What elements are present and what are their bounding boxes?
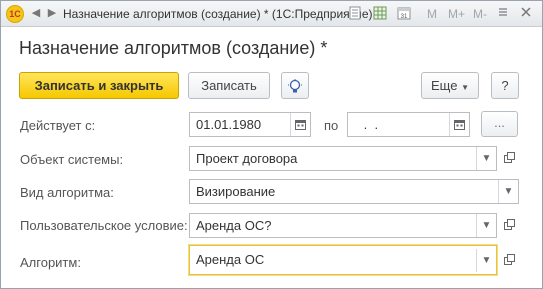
hint-button[interactable] [281,72,309,99]
algorithm-value: Аренда ОС [196,252,265,267]
system-object-label: Объект системы: [20,152,124,167]
valid-from-label: Действует с: [20,118,96,133]
valid-from-value: 01.01.1980 [196,117,262,132]
menu-icon[interactable] [495,6,511,22]
title-bar: 1С ◀ ▶ Назначение алгоритмов (создание) … [1,1,542,27]
to-label: по [324,118,339,133]
spreadsheet-icon[interactable] [372,6,388,22]
chevron-down-icon[interactable]: ▼ [476,249,496,272]
user-condition-field[interactable]: Аренда ОС? ▼ [189,213,497,238]
close-icon[interactable] [518,6,534,22]
user-condition-label: Пользовательское условие: [20,218,188,233]
calendar-icon[interactable] [449,113,469,136]
open-icon[interactable] [499,214,519,236]
lightbulb-icon [288,78,302,103]
window-title: Назначение алгоритмов (создание) * (1С:П… [63,7,373,21]
svg-text:31: 31 [401,14,408,20]
chevron-down-icon: ▼ [461,83,469,92]
memory-plus-button[interactable]: M+ [448,6,465,22]
open-icon[interactable] [499,147,519,169]
algorithm-label: Алгоритм: [20,255,81,270]
algorithm-type-field[interactable]: Визирование ▼ [189,179,519,204]
1c-logo-icon[interactable]: 1С [6,5,24,23]
app-window: 1С ◀ ▶ Назначение алгоритмов (создание) … [0,0,543,289]
open-icon[interactable] [499,249,519,271]
valid-to-value: . . [360,117,379,132]
algorithm-field[interactable]: Аренда ОС ▼ [189,245,497,275]
chevron-down-icon[interactable]: ▼ [498,180,518,203]
chevron-down-icon[interactable]: ▼ [476,214,496,237]
memory-minus-button[interactable]: M- [473,6,487,22]
forward-arrow-icon[interactable]: ▶ [45,6,59,20]
back-arrow-icon[interactable]: ◀ [29,6,43,20]
page-title: Назначение алгоритмов (создание) * [19,38,328,58]
calendar-icon[interactable] [290,113,310,136]
more-button[interactable]: Еще ▼ [421,72,479,99]
valid-from-field[interactable]: 01.01.1980 [189,112,311,137]
system-object-field[interactable]: Проект договора ▼ [189,146,497,171]
valid-to-field[interactable]: . . [347,112,470,137]
algorithm-type-label: Вид алгоритма: [20,185,114,200]
save-button[interactable]: Записать [188,72,270,99]
more-label: Еще [431,78,458,93]
calendar-icon[interactable]: 31 [396,6,412,22]
user-condition-value: Аренда ОС? [196,218,272,233]
help-button[interactable]: ? [491,72,519,99]
save-and-close-button[interactable]: Записать и закрыть [19,72,179,99]
memory-m-button[interactable]: M [427,6,437,22]
algorithm-type-value: Визирование [196,184,276,199]
chevron-down-icon[interactable]: ▼ [476,147,496,170]
period-select-button[interactable]: ... [481,111,518,137]
print-icon[interactable] [347,6,363,22]
system-object-value: Проект договора [196,151,298,166]
